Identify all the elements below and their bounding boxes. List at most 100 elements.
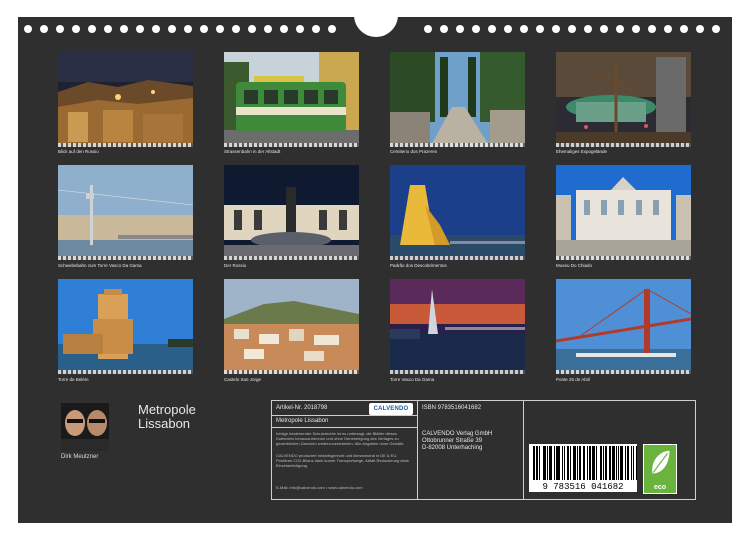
photo-thumbnail — [224, 279, 359, 374]
barcode-bar — [545, 446, 546, 480]
binding-hole — [264, 25, 272, 33]
barcode-bar — [583, 446, 584, 480]
barcode-bar — [593, 446, 594, 480]
binding-hole — [104, 25, 112, 33]
binding-hole — [648, 25, 656, 33]
barcode-bar — [592, 446, 593, 480]
binding-hole — [232, 25, 240, 33]
photo-caption: Padrão dos Descobrimentos — [390, 263, 447, 268]
binding-hole — [136, 25, 144, 33]
binding-hole — [616, 25, 624, 33]
barcode-area: 9 783516 041682 eco — [271, 400, 694, 498]
barcode-bar — [625, 446, 626, 480]
barcode-bar — [627, 446, 628, 480]
binding-hole — [440, 25, 448, 33]
title-line-1: Metropole — [138, 402, 196, 417]
binding-hole — [312, 25, 320, 33]
barcode-bar — [633, 446, 634, 480]
barcode-bar — [587, 446, 588, 480]
barcode-bar — [610, 446, 611, 480]
barcode-bar — [568, 446, 569, 480]
barcode-bar — [584, 446, 585, 480]
barcode-bar — [544, 446, 545, 480]
binding-hole — [680, 25, 688, 33]
binding-hole — [520, 25, 528, 33]
photo-caption: Blick auf den Rossio — [58, 149, 99, 154]
barcode-bar — [551, 446, 552, 480]
photo-thumbnail — [556, 52, 691, 147]
binding-hole — [472, 25, 480, 33]
photo-thumbnail — [224, 165, 359, 260]
barcode-bar — [579, 446, 580, 480]
binding-hole — [24, 25, 32, 33]
photo-caption: Cemiterio dos Prazeres — [390, 149, 438, 154]
photo-thumbnail — [224, 52, 359, 147]
photo-caption: Schwebebahn zum Torre Vasco Da Gama — [58, 263, 142, 268]
barcode-bar — [600, 446, 601, 480]
photo-thumbnail — [58, 279, 193, 374]
binding-hole — [552, 25, 560, 33]
barcode-bar — [557, 446, 559, 480]
binding-hole — [296, 25, 304, 33]
barcode-bar — [613, 446, 615, 480]
photo-thumbnail — [390, 52, 525, 147]
calendar-title: Metropole Lissabon — [138, 403, 196, 431]
barcode-bar — [616, 446, 617, 480]
barcode-bar — [603, 446, 604, 480]
barcode-bar — [577, 446, 578, 480]
calendar-back-cover: Blick auf den Rossio Strassenbahn in der… — [18, 17, 732, 523]
photo-caption: Ponte 25 de Abril — [556, 377, 591, 382]
barcode-bar — [567, 446, 568, 480]
barcode-bar — [549, 446, 551, 480]
photo-thumbnail — [390, 165, 525, 260]
barcode-bar — [536, 446, 537, 480]
barcode-bar — [636, 446, 637, 480]
binding-hole — [152, 25, 160, 33]
photo-caption: Castelo Saö Jorge — [224, 377, 262, 382]
barcode-bar — [631, 446, 632, 480]
barcode-bar — [554, 446, 555, 480]
binding-hole — [216, 25, 224, 33]
barcode-bar — [596, 446, 597, 480]
binding-hole — [536, 25, 544, 33]
barcode-bar — [547, 446, 548, 480]
barcode-bar — [612, 446, 613, 480]
binding-hole — [184, 25, 192, 33]
barcode-bar — [618, 446, 619, 480]
binding-hole — [200, 25, 208, 33]
title-line-2: Lissabon — [138, 416, 191, 431]
binding-hole — [424, 25, 432, 33]
binding-hole — [488, 25, 496, 33]
author-photo — [61, 403, 109, 451]
barcode-bar — [539, 446, 540, 480]
barcode-bar — [562, 446, 563, 480]
binding-hole — [328, 25, 336, 33]
binding-hole — [632, 25, 640, 33]
photo-thumbnail — [58, 52, 193, 147]
binding-hole — [280, 25, 288, 33]
binding-hole — [168, 25, 176, 33]
barcode-bar — [570, 446, 571, 480]
binding-hole — [88, 25, 96, 33]
binding-hole — [712, 25, 720, 33]
binding-hole — [40, 25, 48, 33]
barcode-bar — [601, 446, 602, 480]
photo-thumbnail — [556, 279, 691, 374]
binding-hole — [248, 25, 256, 33]
barcode-bar — [559, 446, 560, 480]
barcode: 9 783516 041682 — [529, 444, 637, 492]
photo-caption: Strassenbahn in der Altstadt — [224, 149, 281, 154]
barcode-bar — [621, 446, 623, 480]
barcode-bar — [580, 446, 581, 480]
binding-hole — [56, 25, 64, 33]
author-name: Dirk Meutzner — [61, 454, 99, 460]
binding-hole — [568, 25, 576, 33]
barcode-bar — [564, 446, 565, 480]
barcode-bar — [605, 446, 607, 480]
photo-caption: Torre de Belém — [58, 377, 89, 382]
barcode-bar — [609, 446, 610, 480]
photo-caption: Ehemaliges Expogelände — [556, 149, 608, 154]
barcode-bar — [620, 446, 621, 480]
barcode-digits: 9 783516 041682 — [542, 482, 624, 492]
binding-hole — [456, 25, 464, 33]
